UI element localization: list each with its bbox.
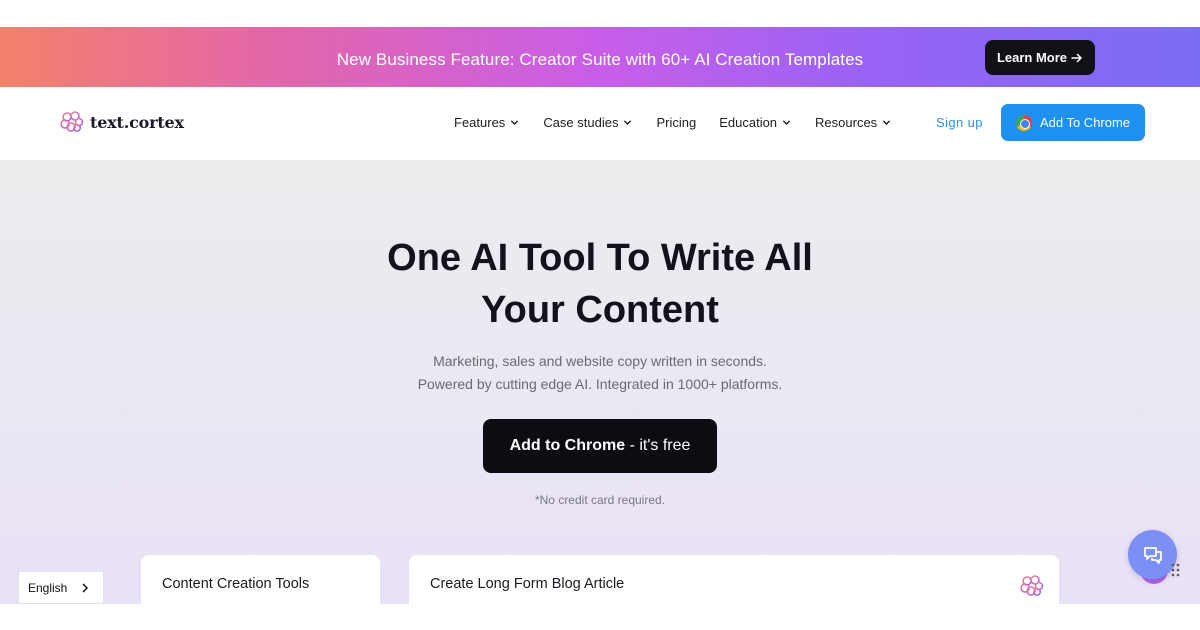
hero-subtitle-line1: Marketing, sales and website copy writte… (433, 353, 767, 369)
language-selector[interactable]: English (18, 571, 104, 604)
nav-item-label: Case studies (543, 115, 619, 130)
top-navigation: text.cortex Features Case studies Pricin… (0, 87, 1200, 160)
nav-item-case-studies[interactable]: Case studies (543, 115, 632, 130)
nav-item-label: Education (719, 115, 778, 130)
hero-title-line1: One AI Tool To Write All (387, 237, 813, 279)
hero-subtitle: Marketing, sales and website copy writte… (0, 350, 1200, 396)
hero-subtitle-line2: Powered by cutting edge AI. Integrated i… (417, 376, 783, 392)
hero-section: One AI Tool To Write All Your Content Ma… (0, 160, 1200, 615)
chrome-icon (1015, 114, 1032, 131)
add-to-chrome-button[interactable]: Add To Chrome (1001, 104, 1145, 141)
cta-bold-label: Add to Chrome (509, 437, 626, 454)
sign-up-link[interactable]: Sign up (936, 115, 983, 130)
nav-item-features[interactable]: Features (454, 115, 519, 130)
nav-item-label: Pricing (656, 115, 697, 130)
nav-item-education[interactable]: Education (719, 115, 791, 130)
nav-item-pricing[interactable]: Pricing (656, 115, 696, 130)
chat-bubbles-icon (1143, 546, 1162, 564)
card-title: Create Long Form Blog Article (430, 576, 625, 592)
no-credit-card-note: *No credit card required. (534, 493, 666, 507)
cta-light-label: - it's free (625, 437, 691, 454)
nav-item-label: Features (454, 115, 506, 130)
promo-banner: New Business Feature: Creator Suite with… (0, 27, 1200, 87)
chevron-down-icon (511, 120, 519, 126)
logo-text: text.cortex (90, 112, 184, 132)
chevron-down-icon (883, 120, 891, 126)
logo[interactable]: text.cortex (60, 111, 184, 133)
nav-menu: Features Case studies Pricing Education … (454, 115, 891, 130)
hero-title: One AI Tool To Write All Your Content (0, 232, 1200, 336)
learn-more-button[interactable]: Learn More (985, 40, 1095, 75)
nav-item-resources[interactable]: Resources (815, 115, 891, 130)
chevron-down-icon (624, 120, 632, 126)
top-spacer (0, 0, 1200, 27)
chevron-right-icon (82, 582, 89, 593)
nav-item-label: Resources (815, 115, 878, 130)
chevron-down-icon (782, 120, 791, 126)
card-title: Content Creation Tools (162, 576, 310, 592)
arrow-right-icon (1071, 53, 1082, 62)
brain-logo-icon (1020, 575, 1044, 597)
hero-title-line2: Your Content (481, 289, 719, 331)
learn-more-label: Learn More (996, 50, 1068, 65)
bottom-spacer (0, 604, 1200, 630)
brain-logo-icon (60, 111, 84, 133)
add-to-chrome-label: Add To Chrome (1039, 115, 1131, 130)
drag-handle-icon[interactable] (1171, 563, 1181, 577)
add-to-chrome-cta-button[interactable]: Add to Chrome - it's free (483, 419, 717, 473)
chat-button[interactable] (1128, 530, 1177, 579)
language-label: English (28, 580, 68, 595)
